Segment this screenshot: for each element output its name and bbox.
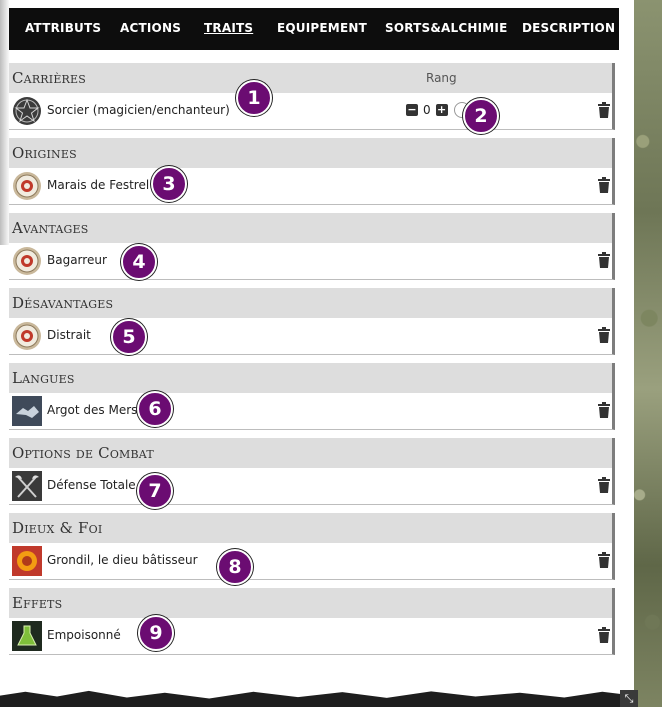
tab-traits[interactable]: TRAITS <box>204 21 253 35</box>
badge-number: 8 <box>228 556 242 578</box>
background-texture <box>630 0 662 707</box>
section-carrieres: Carrières Rang Sorcier (magicien/enchant… <box>9 63 615 130</box>
section-title: Options de Combat <box>12 444 154 462</box>
section-desavantages: Désavantages Distrait <box>9 288 615 355</box>
origin-emblem-icon <box>13 247 41 275</box>
list-item[interactable]: Marais de Festrel <box>9 168 615 205</box>
list-item[interactable]: Argot des Mers <box>9 393 615 430</box>
section-header: Avantages <box>9 213 615 243</box>
section-origines: Origines Marais de Festrel <box>9 138 615 205</box>
callout-badge: 9 <box>138 615 174 651</box>
tab-equipement[interactable]: EQUIPEMENT <box>277 21 367 35</box>
section-title: Effets <box>12 594 63 612</box>
callout-badge: 2 <box>463 98 499 134</box>
section-header: Carrières Rang <box>9 63 615 93</box>
rank-column-header: Rang <box>426 71 457 85</box>
disadvantage-name: Distrait <box>47 328 91 342</box>
list-item[interactable]: Défense Totale <box>9 468 615 505</box>
badge-number: 5 <box>122 326 136 348</box>
trash-icon[interactable] <box>598 177 610 193</box>
tab-attributs[interactable]: ATTRIBUTS <box>25 21 101 35</box>
combat-option-name: Défense Totale <box>47 478 136 492</box>
tab-description[interactable]: DESCRIPTION <box>522 21 615 35</box>
badge-number: 1 <box>247 87 261 109</box>
list-item[interactable]: Bagarreur <box>9 243 615 280</box>
section-options-combat: Options de Combat Défense Totale <box>9 438 615 505</box>
origin-emblem-icon <box>13 172 41 200</box>
tab-sorts-alchimie[interactable]: SORTS&ALCHIMIE <box>385 21 508 35</box>
list-item[interactable]: Sorcier (magicien/enchanteur) − 0 + <box>9 93 615 130</box>
trash-icon[interactable] <box>598 477 610 493</box>
badge-number: 7 <box>148 480 162 502</box>
effect-name: Empoisonné <box>47 628 121 642</box>
pentagram-icon <box>13 97 41 125</box>
section-title: Désavantages <box>12 294 114 312</box>
potion-flask-icon <box>12 621 42 651</box>
rank-value: 0 <box>423 103 431 117</box>
badge-number: 4 <box>132 251 146 273</box>
section-avantages: Avantages Bagarreur <box>9 213 615 280</box>
trash-icon[interactable] <box>598 102 610 118</box>
section-header: Options de Combat <box>9 438 615 468</box>
handshake-icon <box>12 396 42 426</box>
badge-number: 2 <box>474 105 488 127</box>
trash-icon[interactable] <box>598 627 610 643</box>
badge-number: 9 <box>149 622 163 644</box>
tab-actions[interactable]: ACTIONS <box>120 21 181 35</box>
callout-badge: 8 <box>217 549 253 585</box>
callout-badge: 6 <box>137 391 173 427</box>
trash-icon[interactable] <box>598 252 610 268</box>
section-effets: Effets Empoisonné <box>9 588 615 655</box>
rank-increase-button[interactable]: + <box>435 104 448 116</box>
section-title: Avantages <box>12 219 89 237</box>
callout-badge: 3 <box>151 166 187 202</box>
trash-icon[interactable] <box>598 327 610 343</box>
section-title: Carrières <box>12 69 87 87</box>
resize-handle-icon[interactable]: ⤡ <box>620 690 638 707</box>
callout-badge: 7 <box>137 473 173 509</box>
origin-name: Marais de Festrel <box>47 178 150 192</box>
callout-badge: 5 <box>111 319 147 355</box>
callout-badge: 4 <box>121 244 157 280</box>
list-item[interactable]: Grondil, le dieu bâtisseur <box>9 543 615 580</box>
sun-flower-icon <box>12 546 42 576</box>
section-header: Effets <box>9 588 615 618</box>
section-langues: Langues Argot des Mers <box>9 363 615 430</box>
rank-decrease-button[interactable]: − <box>406 104 418 116</box>
list-item[interactable]: Distrait <box>9 318 615 355</box>
callout-badge: 1 <box>236 80 272 116</box>
section-header: Langues <box>9 363 615 393</box>
section-title: Origines <box>12 144 77 162</box>
god-name: Grondil, le dieu bâtisseur <box>47 553 198 567</box>
badge-number: 6 <box>148 398 162 420</box>
tab-bar: ATTRIBUTS ACTIONS TRAITS EQUIPEMENT SORT… <box>9 8 619 50</box>
section-header: Dieux & Foi <box>9 513 615 543</box>
section-header: Origines <box>9 138 615 168</box>
trash-icon[interactable] <box>598 402 610 418</box>
language-name: Argot des Mers <box>47 403 138 417</box>
rank-stepper: − 0 + <box>406 103 448 117</box>
section-title: Langues <box>12 369 75 387</box>
section-header: Désavantages <box>9 288 615 318</box>
career-name: Sorcier (magicien/enchanteur) <box>47 103 230 117</box>
section-title: Dieux & Foi <box>12 519 103 537</box>
badge-number: 3 <box>162 173 176 195</box>
origin-emblem-icon <box>13 322 41 350</box>
trash-icon[interactable] <box>598 552 610 568</box>
advantage-name: Bagarreur <box>47 253 107 267</box>
list-item[interactable]: Empoisonné <box>9 618 615 655</box>
section-dieux-foi: Dieux & Foi Grondil, le dieu bâtisseur <box>9 513 615 580</box>
crossed-axes-icon <box>12 471 42 501</box>
